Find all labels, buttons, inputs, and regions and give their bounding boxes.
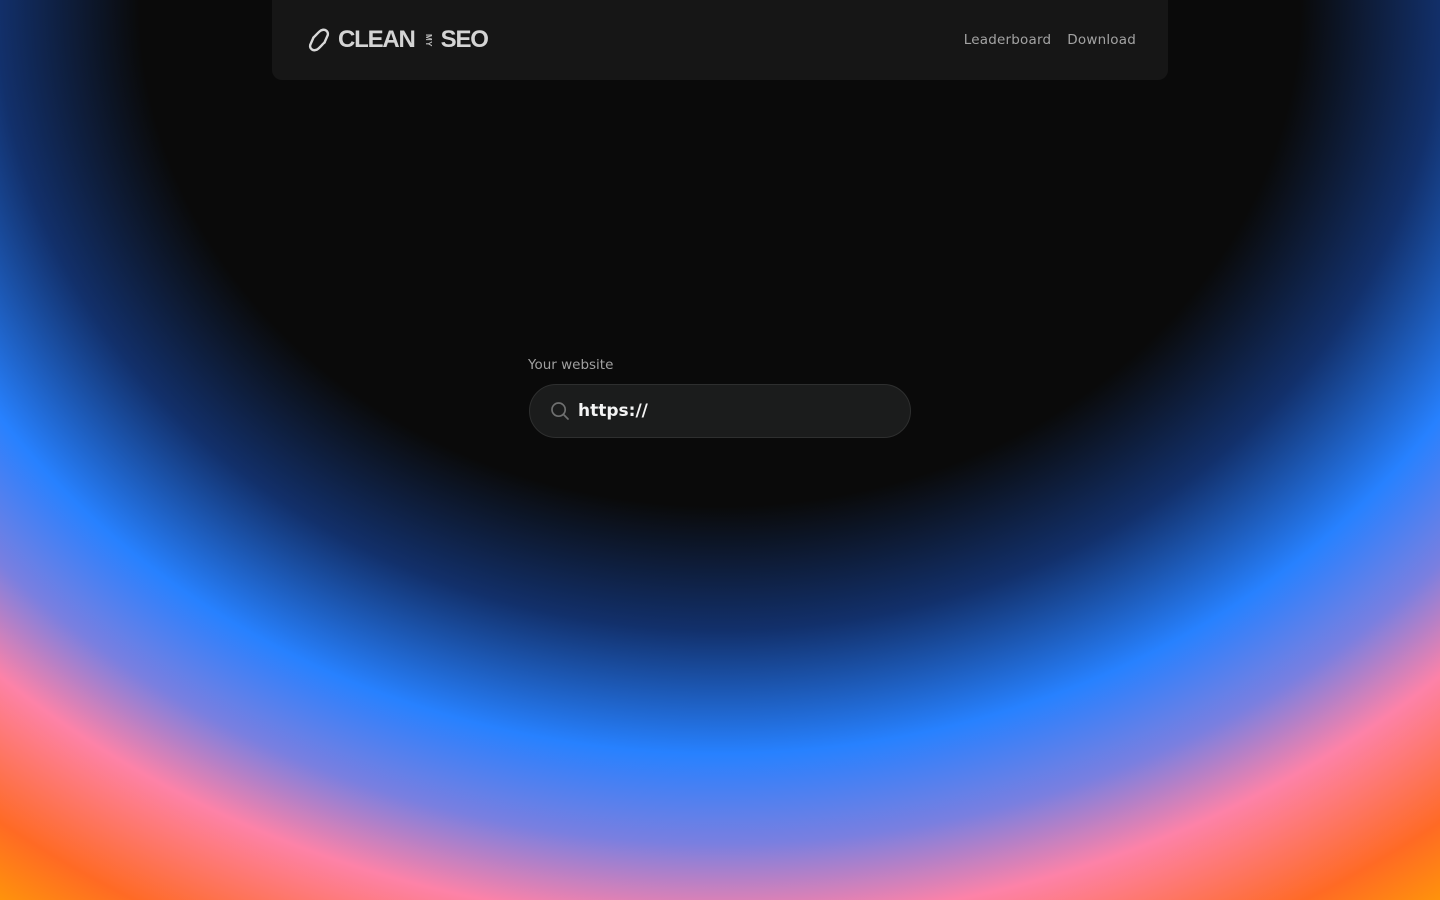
- logo-word-my: MY: [423, 33, 433, 47]
- nav-link-leaderboard[interactable]: Leaderboard: [964, 32, 1051, 48]
- chain-link-logo-icon: [308, 28, 330, 52]
- nav-links: Leaderboard Download: [964, 32, 1136, 48]
- logo-word-clean: CLEAN: [338, 26, 416, 53]
- search-icon: [551, 402, 569, 420]
- website-url-input[interactable]: [578, 401, 878, 421]
- top-navbar: CLEAN MY SEO Leaderboard Download: [272, 0, 1168, 80]
- nav-link-download[interactable]: Download: [1067, 32, 1136, 48]
- website-input-wrapper[interactable]: [529, 384, 911, 438]
- logo-word-seo: SEO: [440, 26, 489, 53]
- background-gradient: [0, 0, 1440, 900]
- website-form: Your website: [528, 357, 912, 438]
- logo-link[interactable]: CLEAN MY SEO: [308, 26, 489, 54]
- website-field-label: Your website: [528, 357, 614, 373]
